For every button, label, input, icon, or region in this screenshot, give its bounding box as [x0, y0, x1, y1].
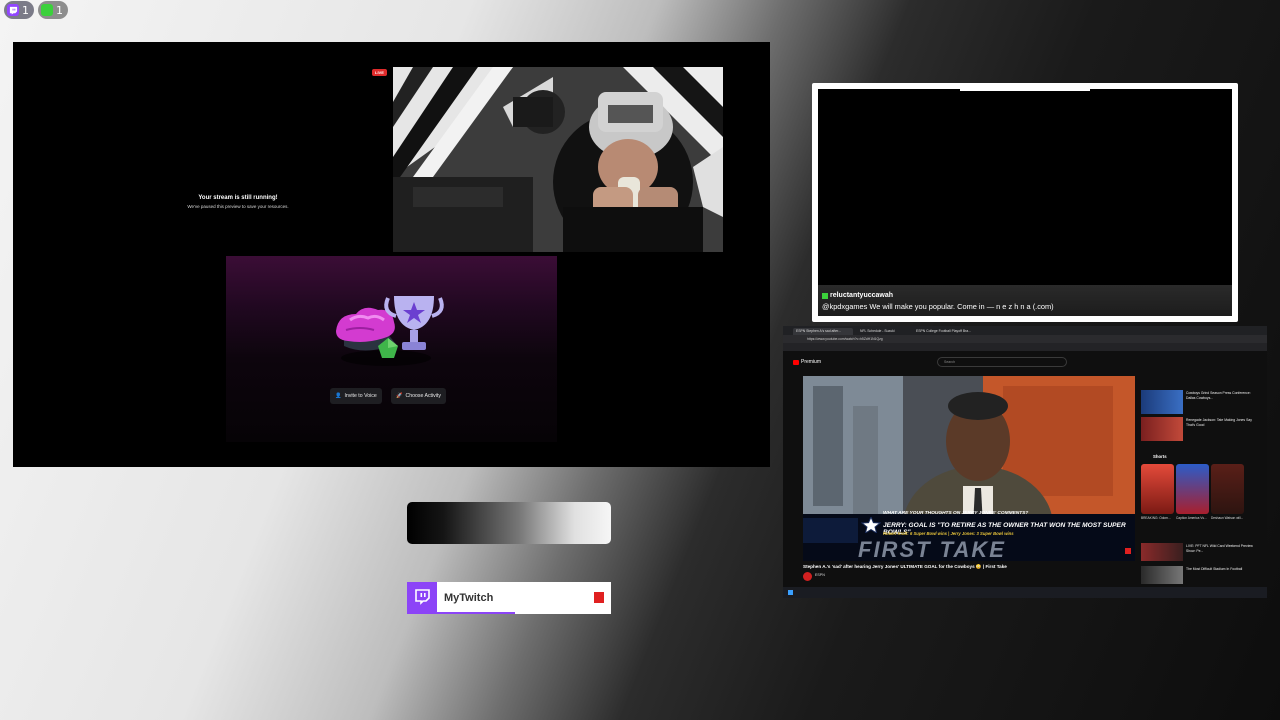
camera-icon	[41, 4, 53, 16]
recommended-video[interactable]: Renegade Jackson: Tate Making Jones Say …	[1141, 417, 1259, 443]
gradient-overlay-bar	[407, 502, 611, 544]
recommended-title: The Most Difficult Stadium In Football	[1186, 567, 1243, 571]
paused-title: Your stream is still running!	[198, 195, 278, 201]
recommended-thumbnail	[1141, 543, 1183, 561]
browser-tab[interactable]: NFL Schedule - Suzuki	[857, 328, 907, 335]
mytwitch-progress-bar	[407, 612, 515, 614]
youtube-logo-icon[interactable]	[793, 360, 799, 365]
windows-taskbar	[783, 587, 1267, 598]
lower-third-portrait	[803, 518, 858, 543]
address-bar[interactable]: https://www.youtube.com/watch?v=h5ZdH1N1…	[783, 335, 1267, 343]
twitch-logo-icon	[407, 582, 437, 614]
browser-window: ESPN Stephen A's sad after... NFL Schedu…	[783, 326, 1267, 598]
recommended-title: Renegade Jackson: Tate Making Jones Say …	[1186, 418, 1252, 427]
voice-activity-panel: 👤 Invite to Voice 🚀 Choose Activity	[226, 256, 557, 442]
recommended-video[interactable]: Cowboys Grind Season Press Conference: D…	[1141, 390, 1259, 416]
discord-stream-panel: Your stream is still running! We've paus…	[13, 42, 770, 467]
channel-name[interactable]: ESPN	[815, 573, 825, 577]
cowboys-star-icon	[861, 517, 881, 533]
webcam-feed	[393, 67, 723, 252]
short-thumbnail[interactable]	[1176, 464, 1209, 514]
chat-username: reluctantyuccawah	[830, 292, 894, 299]
paused-subtitle: We've paused this preview to save your r…	[187, 204, 289, 209]
youtube-premium-label: Premium	[801, 359, 822, 365]
video-question: WHAT ARE YOUR THOUGHTS ON JERRY JONES' C…	[883, 511, 1029, 516]
choose-activity-button[interactable]: 🚀 Choose Activity	[391, 388, 446, 404]
short-thumbnail[interactable]	[1141, 464, 1174, 514]
video-player[interactable]: WHAT ARE YOUR THOUGHTS ON JERRY JONES' C…	[803, 376, 1135, 561]
start-icon[interactable]	[788, 590, 793, 595]
recommended-title: Cowboys Grind Season Press Conference: D…	[1186, 391, 1251, 400]
short-title: Deshaun Watson will...	[1211, 516, 1244, 520]
video-subline: Robert Kraft: 6 Super Bowl wins | Jerry …	[883, 531, 1014, 536]
recommended-video[interactable]: LIVE: PFT NFL Wild Card Weekend Preview …	[1141, 543, 1259, 563]
chat-panel	[818, 83, 1232, 316]
first-take-logo: FIRST TAKE	[858, 537, 1006, 561]
mytwitch-overlay: MyTwitch	[407, 582, 611, 614]
recommended-title: LIVE: PFT NFL Wild Card Weekend Preview …	[1186, 544, 1253, 553]
shorts-label: Shorts	[1153, 454, 1167, 459]
short-title: Caption America Vs...	[1176, 516, 1207, 520]
url-text: https://www.youtube.com/watch?v=h5ZdH1N1…	[807, 337, 883, 341]
chat-user-badge-icon	[822, 293, 828, 299]
recommended-thumbnail	[1141, 390, 1183, 414]
camera-count: 1	[56, 3, 63, 17]
activity-illustration-icon	[336, 296, 444, 366]
video-title: Stephen A.'s 'sad' after hearing Jerry J…	[803, 564, 1007, 569]
youtube-search-input[interactable]: Search	[937, 357, 1067, 367]
twitch-viewer-count: 1	[22, 3, 29, 17]
choose-activity-label: Choose Activity	[405, 393, 441, 399]
chat-top-tab	[960, 83, 1090, 91]
chat-message-row	[818, 285, 1232, 316]
recommended-thumbnail	[1141, 566, 1183, 584]
live-badge: LIVE	[372, 69, 387, 76]
user-plus-icon: 👤	[335, 393, 342, 399]
invite-to-voice-button[interactable]: 👤 Invite to Voice	[330, 388, 382, 404]
rocket-icon: 🚀	[396, 393, 403, 399]
recommended-video[interactable]: The Most Difficult Stadium In Football	[1141, 566, 1259, 586]
twitch-viewer-badge: 1	[4, 1, 34, 19]
channel-avatar[interactable]	[803, 572, 812, 581]
bookmarks-bar	[783, 343, 1267, 351]
browser-tab-bar: ESPN Stephen A's sad after... NFL Schedu…	[783, 326, 1267, 335]
recommended-thumbnail	[1141, 417, 1183, 441]
webcam-image	[393, 67, 723, 252]
camera-badge: 1	[38, 1, 68, 19]
browser-tab[interactable]: ESPN Stephen A's sad after...	[793, 328, 853, 335]
short-title: BREAKING: Odom...	[1141, 516, 1171, 520]
browser-tab[interactable]: ESPN College Football Playoff Bra...	[913, 328, 973, 335]
mytwitch-label: MyTwitch	[444, 592, 494, 604]
short-thumbnail[interactable]	[1211, 464, 1244, 514]
twitch-icon	[7, 4, 19, 16]
record-indicator	[594, 592, 604, 603]
live-indicator	[1125, 548, 1131, 554]
invite-to-voice-label: Invite to Voice	[344, 393, 377, 399]
chat-message: @kpdxgames We will make you popular. Com…	[822, 302, 1054, 311]
